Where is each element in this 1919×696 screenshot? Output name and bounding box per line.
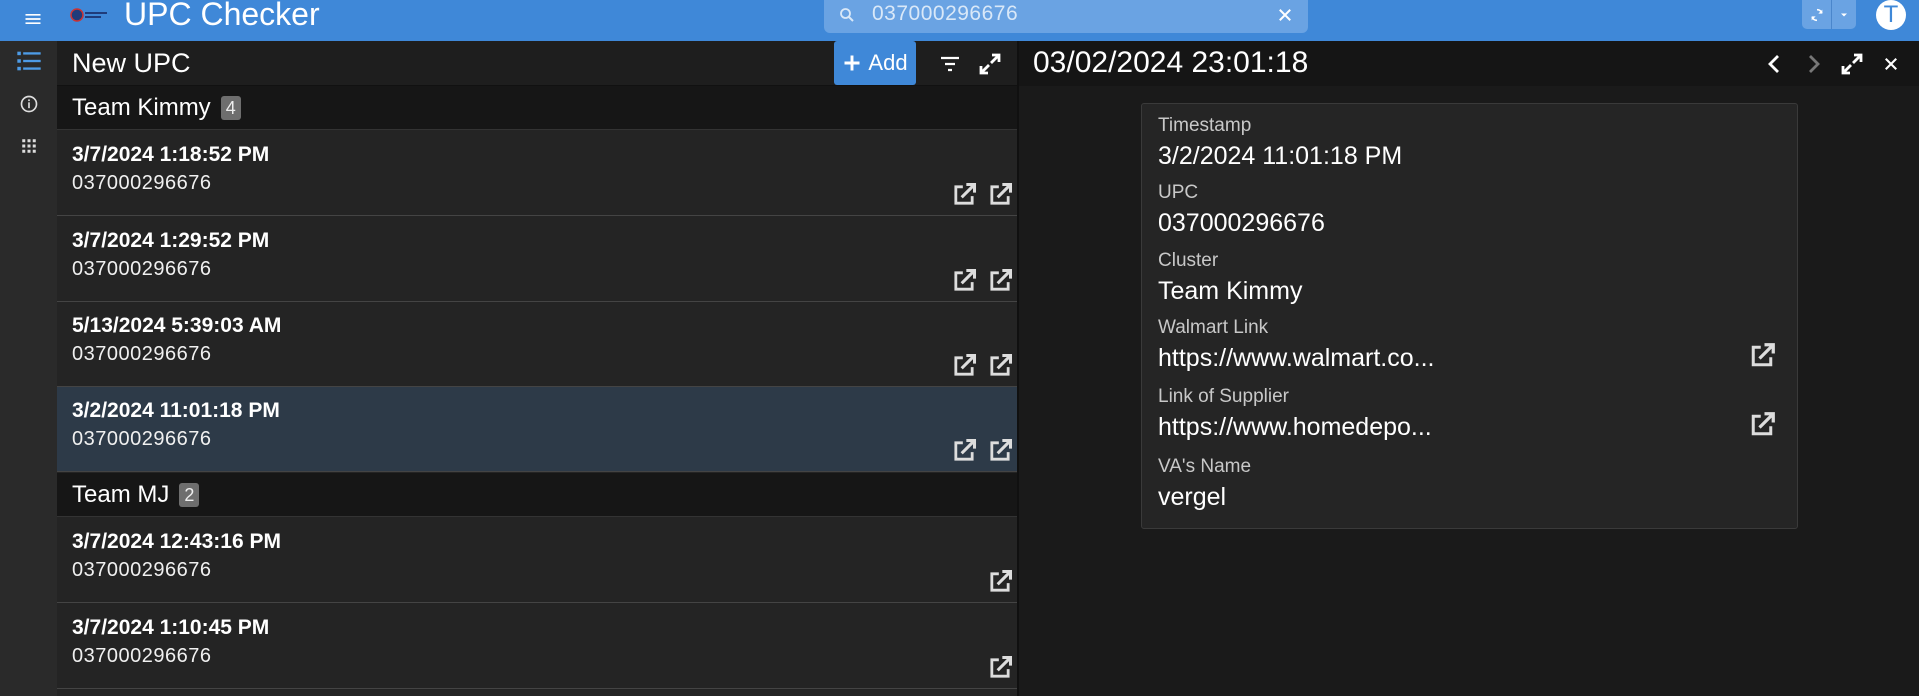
add-button[interactable]: Add xyxy=(834,41,916,85)
detail-pane: 03/02/2024 23:01:18 Timestamp 3/2/2024 1… xyxy=(1019,41,1919,696)
list-item-upc: 037000296676 xyxy=(72,559,212,581)
expand-icon[interactable] xyxy=(975,49,1005,79)
external-link-icon[interactable] xyxy=(986,437,1014,465)
upc-label: UPC xyxy=(1158,182,1199,203)
list-item-upc: 037000296676 xyxy=(72,172,212,194)
list-item[interactable]: 3/7/2024 12:43:16 PM 037000296676 xyxy=(57,518,1018,603)
cluster-value: Team Kimmy xyxy=(1158,277,1303,305)
list-item-date: 5/13/2024 5:39:03 AM xyxy=(72,314,282,337)
group-name: Team Kimmy xyxy=(72,93,211,121)
top-app-bar: UPC Checker 037000296676 T xyxy=(0,0,1919,41)
upc-value: 037000296676 xyxy=(1158,209,1325,237)
list-item-upc: 037000296676 xyxy=(72,428,212,450)
expand-icon[interactable] xyxy=(1837,49,1867,79)
list-pane: New UPC Add Team Kimmy 4 3/7/2024 1:18:5… xyxy=(57,41,1018,696)
search-icon xyxy=(840,8,854,22)
external-link-icon[interactable] xyxy=(950,267,978,295)
list-item[interactable]: 3/7/2024 1:10:45 PM 037000296676 xyxy=(57,604,1018,689)
cluster-label: Cluster xyxy=(1158,250,1219,271)
group-name: Team MJ xyxy=(72,480,170,508)
list-item-date: 3/7/2024 12:43:16 PM xyxy=(72,530,281,553)
list-item-selected[interactable]: 3/2/2024 11:01:18 PM 037000296676 xyxy=(57,387,1018,472)
list-header: New UPC Add xyxy=(57,41,1018,86)
list-title: New UPC xyxy=(72,48,191,78)
timestamp-value: 3/2/2024 11:01:18 PM xyxy=(1158,142,1403,170)
search-bar[interactable]: 037000296676 xyxy=(824,0,1308,33)
supplier-link-label: Link of Supplier xyxy=(1158,386,1289,407)
list-item-date: 3/7/2024 1:29:52 PM xyxy=(72,229,270,252)
detail-header: 03/02/2024 23:01:18 xyxy=(1019,41,1919,86)
nav-rail xyxy=(0,41,57,696)
external-link-icon[interactable] xyxy=(950,437,978,465)
list-item[interactable]: 3/7/2024 1:18:52 PM 037000296676 xyxy=(57,131,1018,216)
list-item-upc: 037000296676 xyxy=(72,258,212,280)
app-title: UPC Checker xyxy=(124,0,320,32)
external-link-icon[interactable] xyxy=(1747,410,1777,440)
info-icon[interactable] xyxy=(0,84,57,124)
group-header-team-kimmy[interactable]: Team Kimmy 4 xyxy=(57,86,1018,130)
chevron-left-icon[interactable] xyxy=(1760,49,1790,79)
chevron-right-icon[interactable] xyxy=(1798,49,1828,79)
external-link-icon[interactable] xyxy=(950,181,978,209)
apps-grid-icon[interactable] xyxy=(0,126,57,166)
list-item-date: 3/7/2024 1:18:52 PM xyxy=(72,143,270,166)
supplier-link-value[interactable]: https://www.homedepo... xyxy=(1158,413,1432,442)
external-link-icon[interactable] xyxy=(986,267,1014,295)
list-view-icon[interactable] xyxy=(0,41,57,81)
external-link-icon[interactable] xyxy=(986,352,1014,380)
sync-icon[interactable] xyxy=(1802,0,1832,29)
add-button-label: Add xyxy=(868,50,908,75)
va-name-label: VA's Name xyxy=(1158,456,1252,477)
list-item-date: 3/7/2024 1:10:45 PM xyxy=(72,616,270,639)
external-link-icon[interactable] xyxy=(986,654,1014,682)
walmart-link-label: Walmart Link xyxy=(1158,317,1269,338)
clear-search-icon[interactable] xyxy=(1274,4,1296,26)
external-link-icon[interactable] xyxy=(950,352,978,380)
detail-title: 03/02/2024 23:01:18 xyxy=(1033,46,1309,79)
external-link-icon[interactable] xyxy=(986,181,1014,209)
close-icon[interactable] xyxy=(1876,49,1906,79)
company-logo-icon xyxy=(70,6,110,24)
search-input[interactable]: 037000296676 xyxy=(872,2,1018,26)
external-link-icon[interactable] xyxy=(986,568,1014,596)
plus-icon xyxy=(844,55,860,71)
list-item[interactable]: 5/13/2024 5:39:03 AM 037000296676 xyxy=(57,302,1018,387)
timestamp-label: Timestamp xyxy=(1158,115,1252,136)
sync-button-group xyxy=(1802,0,1856,29)
list-item-upc: 037000296676 xyxy=(72,645,212,667)
list-item-upc: 037000296676 xyxy=(72,343,212,365)
va-name-value: vergel xyxy=(1158,483,1227,511)
group-count-badge: 2 xyxy=(179,482,200,507)
external-link-icon[interactable] xyxy=(1747,341,1777,371)
menu-icon[interactable] xyxy=(20,6,46,32)
group-count-badge: 4 xyxy=(220,95,241,120)
filter-icon[interactable] xyxy=(935,49,965,79)
group-header-team-mj[interactable]: Team MJ 2 xyxy=(57,473,1018,517)
chevron-down-icon[interactable] xyxy=(1832,0,1856,29)
user-avatar[interactable]: T xyxy=(1876,0,1906,30)
list-item-date: 3/2/2024 11:01:18 PM xyxy=(72,399,280,422)
walmart-link-value[interactable]: https://www.walmart.co... xyxy=(1158,344,1434,373)
list-item[interactable]: 3/7/2024 1:29:52 PM 037000296676 xyxy=(57,217,1018,302)
detail-card: Timestamp 3/2/2024 11:01:18 PM UPC 03700… xyxy=(1141,103,1798,529)
